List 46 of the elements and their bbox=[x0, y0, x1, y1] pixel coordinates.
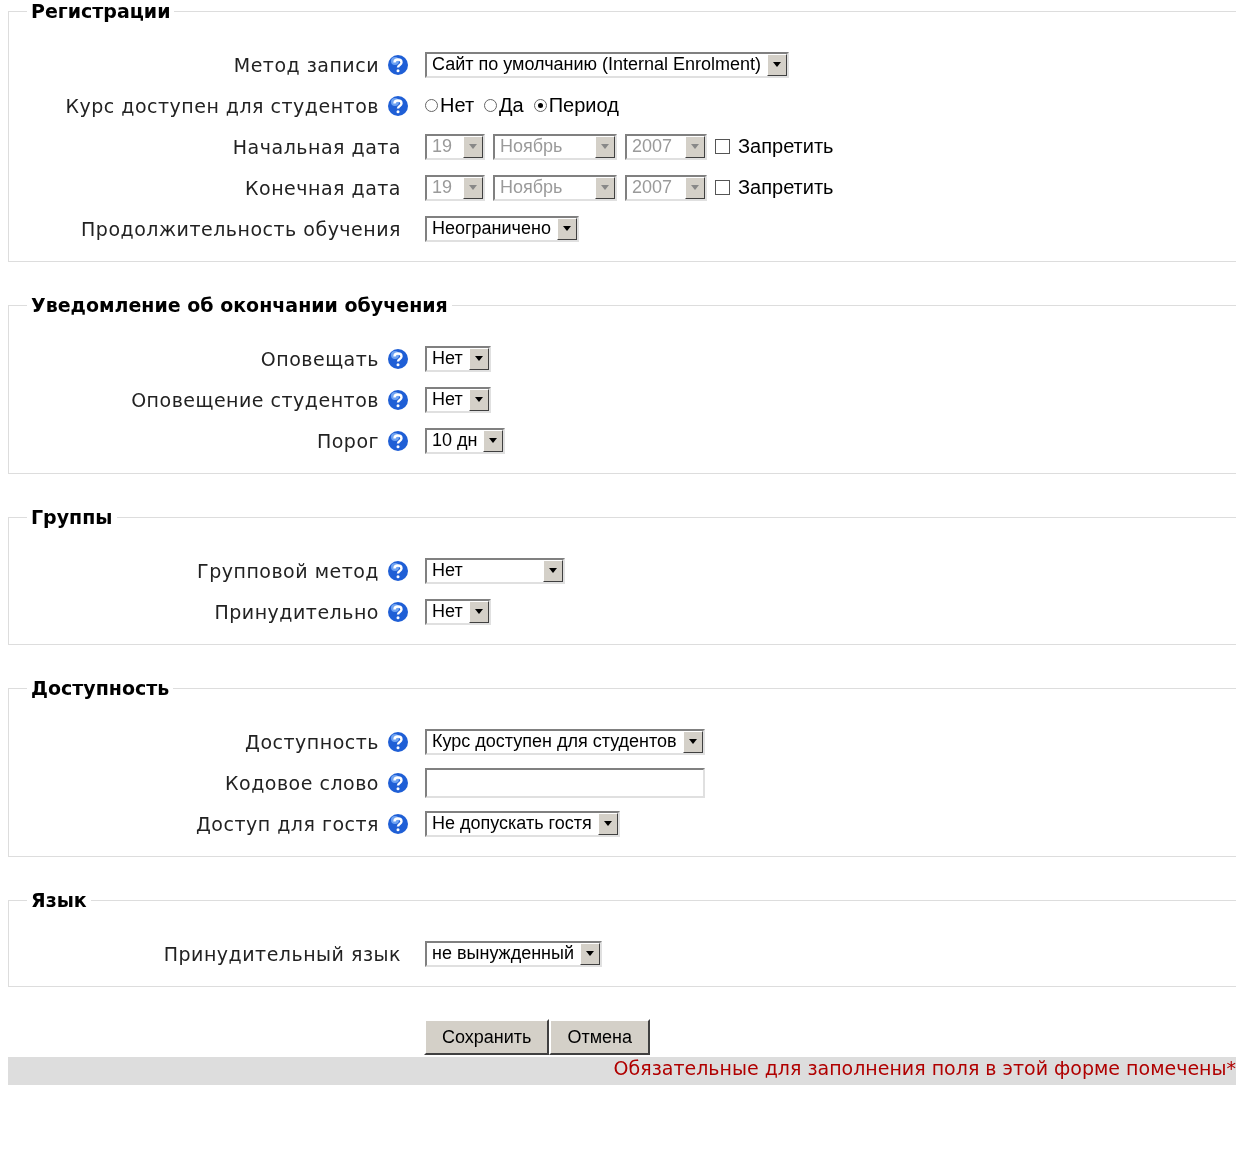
select-field[interactable]: Сайт по умолчанию (Internal Enrolment) bbox=[425, 51, 790, 78]
field-label: Конечная дата bbox=[245, 176, 401, 199]
help-icon[interactable] bbox=[387, 388, 409, 411]
field-label: Оповещение студентов bbox=[131, 388, 379, 411]
section-title: Группы bbox=[30, 506, 114, 528]
select-field[interactable]: Нет bbox=[425, 386, 491, 413]
help-icon[interactable] bbox=[387, 559, 409, 582]
select-field[interactable]: не вынужденный bbox=[425, 940, 603, 967]
help-icon[interactable] bbox=[387, 771, 409, 794]
help-icon[interactable] bbox=[387, 429, 409, 452]
field-label: Порог bbox=[316, 429, 379, 452]
section-title: Регистрации bbox=[30, 0, 172, 22]
field-label: Доступ для гостя bbox=[196, 812, 379, 835]
field-label: Начальная дата bbox=[232, 135, 401, 158]
help-icon[interactable] bbox=[387, 53, 409, 76]
field-label: Продолжительность обучения bbox=[81, 217, 401, 240]
radio-option[interactable]: Период bbox=[533, 94, 619, 117]
select-field[interactable]: Нет bbox=[425, 598, 491, 625]
required-note: Обязательные для заполнения поля в этой форме помечены* bbox=[613, 1057, 1236, 1079]
field-label: Метод записи bbox=[233, 53, 379, 76]
form-button[interactable]: Отмена bbox=[549, 1019, 651, 1055]
section-title: Уведомление об окончании обучения bbox=[30, 294, 449, 316]
input-field[interactable] bbox=[425, 767, 705, 798]
form-button[interactable]: Сохранить bbox=[424, 1019, 550, 1055]
field-label: Курс доступен для студентов bbox=[65, 94, 379, 117]
section-title: Язык bbox=[30, 889, 88, 911]
field-label: Принудительно bbox=[214, 600, 379, 623]
select-field[interactable]: Нет bbox=[425, 345, 491, 372]
select-field[interactable]: Неограничено bbox=[425, 215, 579, 242]
help-icon[interactable] bbox=[387, 347, 409, 370]
field-label: Групповой метод bbox=[197, 559, 379, 582]
help-icon[interactable] bbox=[387, 812, 409, 835]
radio-option[interactable]: Да bbox=[484, 94, 524, 117]
select-field[interactable]: Нет bbox=[425, 557, 565, 584]
help-icon[interactable] bbox=[387, 600, 409, 623]
field-label: Кодовое слово bbox=[225, 771, 379, 794]
select-field[interactable]: 10 дн bbox=[425, 427, 506, 454]
select-field[interactable]: Курс доступен для студентов bbox=[425, 728, 705, 755]
section-title: Доступность bbox=[30, 677, 171, 699]
help-icon[interactable] bbox=[387, 730, 409, 753]
field-label: Оповещать bbox=[260, 347, 379, 370]
field-label: Доступность bbox=[245, 730, 379, 753]
field-label: Принудительный язык bbox=[163, 942, 401, 965]
select-field[interactable]: Не допускать гостя bbox=[425, 810, 620, 837]
help-icon[interactable] bbox=[387, 94, 409, 117]
radio-option[interactable]: Нет bbox=[425, 94, 475, 117]
